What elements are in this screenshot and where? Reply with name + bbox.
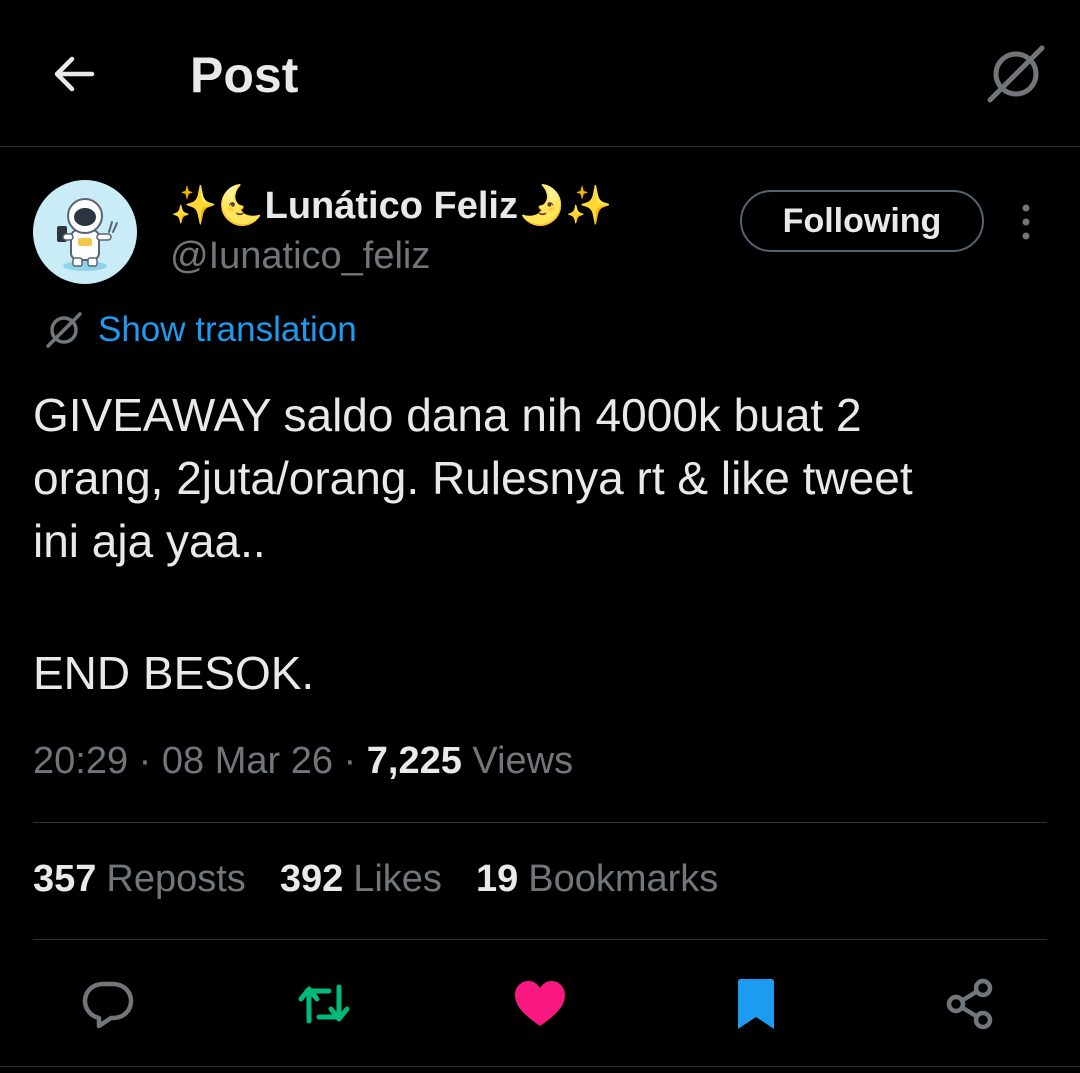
views-count: 7,225	[366, 740, 462, 782]
show-translation-label: Show translation	[98, 310, 357, 349]
bookmarks-count: 19	[475, 858, 519, 900]
meta-separator: ·	[138, 740, 152, 782]
views-label: Views	[472, 740, 574, 782]
author-handle[interactable]: @Iunatico_feliz	[170, 235, 430, 278]
share-button[interactable]	[938, 972, 1002, 1036]
grok-icon	[987, 45, 1045, 103]
likes-stat[interactable]: 392 Likes	[280, 858, 442, 901]
reposts-count: 357	[33, 858, 97, 900]
top-bar: Post	[0, 0, 1080, 147]
bookmarks-stat[interactable]: 19 Bookmarks	[476, 858, 718, 901]
action-bar	[0, 972, 1080, 1036]
likes-count: 392	[279, 858, 344, 900]
tweet-line: ini aja yaa..	[33, 515, 266, 567]
reply-button[interactable]	[76, 972, 140, 1036]
bookmarks-label: Bookmarks	[528, 858, 719, 900]
reposts-label: Reposts	[106, 858, 246, 900]
bookmark-button[interactable]	[724, 972, 788, 1036]
divider	[33, 822, 1047, 823]
heart-icon	[515, 981, 565, 1026]
repost-icon	[298, 984, 350, 1024]
meta-separator: ·	[343, 740, 357, 782]
reply-icon	[82, 981, 134, 1029]
back-button[interactable]	[44, 44, 104, 104]
following-button[interactable]: Following	[740, 190, 984, 252]
divider	[33, 939, 1047, 940]
likes-label: Likes	[353, 858, 442, 900]
repost-button[interactable]	[292, 972, 356, 1036]
page-title: Post	[190, 47, 299, 103]
more-vertical-icon	[1022, 204, 1030, 240]
engagement-stats: 357 Reposts 392 Likes 19 Bookmarks	[33, 858, 752, 901]
grok-icon	[46, 312, 82, 348]
reposts-stat[interactable]: 357 Reposts	[33, 858, 246, 901]
tweet-line: GIVEAWAY saldo dana nih 4000k buat 2	[33, 389, 862, 441]
grok-button[interactable]	[982, 40, 1050, 108]
tweet-end-line: END BESOK.	[33, 647, 315, 699]
like-button[interactable]	[508, 972, 572, 1036]
avatar[interactable]	[33, 180, 137, 284]
bottom-divider	[0, 1066, 1080, 1067]
arrow-left-icon	[54, 56, 95, 92]
show-translation-link[interactable]: Show translation	[44, 308, 357, 352]
tweet-line: orang, 2juta/orang. Rulesnya rt & like t…	[33, 452, 913, 504]
author-display-name[interactable]: ✨🌜Lunático Feliz🌛✨	[170, 184, 613, 228]
astronaut-avatar-icon	[57, 198, 118, 271]
tweet-text: GIVEAWAY saldo dana nih 4000k buat 2 ora…	[33, 384, 1043, 573]
bookmark-icon	[738, 979, 774, 1029]
tweet-meta: 20:29 · 08 Mar 26 · 7,225 Views	[33, 740, 573, 783]
tweet-date: 08 Mar 26	[161, 740, 333, 782]
share-icon	[946, 978, 993, 1030]
tweet-time: 20:29	[33, 740, 129, 782]
more-options-button[interactable]	[1008, 196, 1044, 248]
